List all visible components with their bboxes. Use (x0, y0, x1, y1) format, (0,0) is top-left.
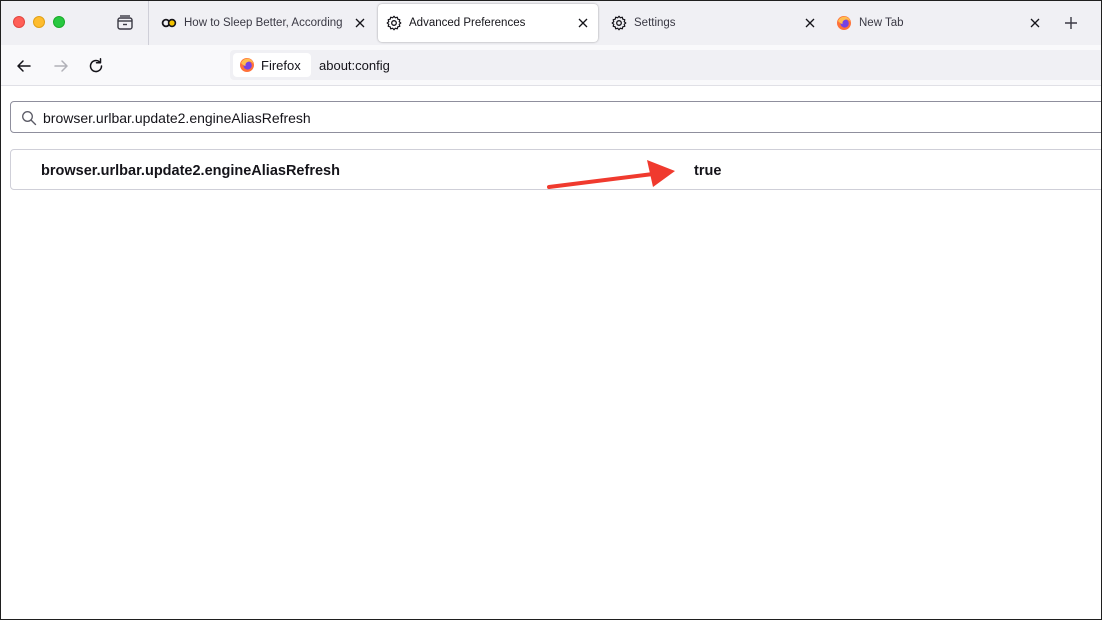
tab-title: Settings (634, 17, 676, 29)
window-close-button[interactable] (13, 16, 25, 28)
firefox-icon (239, 57, 255, 73)
url-text[interactable]: about:config (319, 58, 390, 73)
back-arrow-icon[interactable] (14, 56, 34, 76)
firefox-view-icon[interactable] (115, 13, 135, 33)
tab-close-icon[interactable] (1026, 14, 1044, 32)
gear-icon (611, 15, 627, 31)
firefox-icon (836, 15, 852, 31)
tab-title: How to Sleep Better, According (184, 17, 343, 29)
tab-strip: How to Sleep Better, According Advanced … (1, 1, 1101, 45)
tab-title: New Tab (859, 17, 904, 29)
tab-new-tab[interactable]: New Tab (828, 4, 1050, 42)
tab-title: Advanced Preferences (409, 17, 526, 29)
tab-settings[interactable]: Settings (603, 4, 825, 42)
search-icon (21, 110, 37, 126)
plus-icon[interactable] (1061, 13, 1081, 33)
preference-search-input[interactable]: browser.urlbar.update2.engineAliasRefres… (10, 101, 1101, 133)
browser-window: How to Sleep Better, According Advanced … (0, 0, 1102, 620)
window-minimize-button[interactable] (33, 16, 45, 28)
tab-separator (148, 1, 149, 45)
tab-close-icon[interactable] (801, 14, 819, 32)
reload-icon[interactable] (86, 56, 106, 76)
navigation-toolbar: Firefox about:config (1, 45, 1101, 86)
address-bar[interactable]: Firefox about:config (230, 50, 1101, 80)
search-value[interactable]: browser.urlbar.update2.engineAliasRefres… (43, 110, 311, 126)
annotation-arrow (547, 160, 675, 189)
preference-name: browser.urlbar.update2.engineAliasRefres… (41, 163, 340, 179)
tab-close-icon[interactable] (351, 14, 369, 32)
preference-value[interactable]: true (694, 163, 721, 179)
tab-sleep-article[interactable]: How to Sleep Better, According (153, 4, 375, 42)
gear-icon (386, 15, 402, 31)
identity-label: Firefox (261, 58, 301, 73)
identity-box[interactable]: Firefox (233, 53, 311, 77)
tab-advanced-preferences[interactable]: Advanced Preferences (378, 4, 598, 42)
forward-arrow-icon[interactable] (51, 56, 71, 76)
tab-close-icon[interactable] (574, 14, 592, 32)
goodhousekeeping-icon (161, 15, 177, 31)
window-zoom-button[interactable] (53, 16, 65, 28)
